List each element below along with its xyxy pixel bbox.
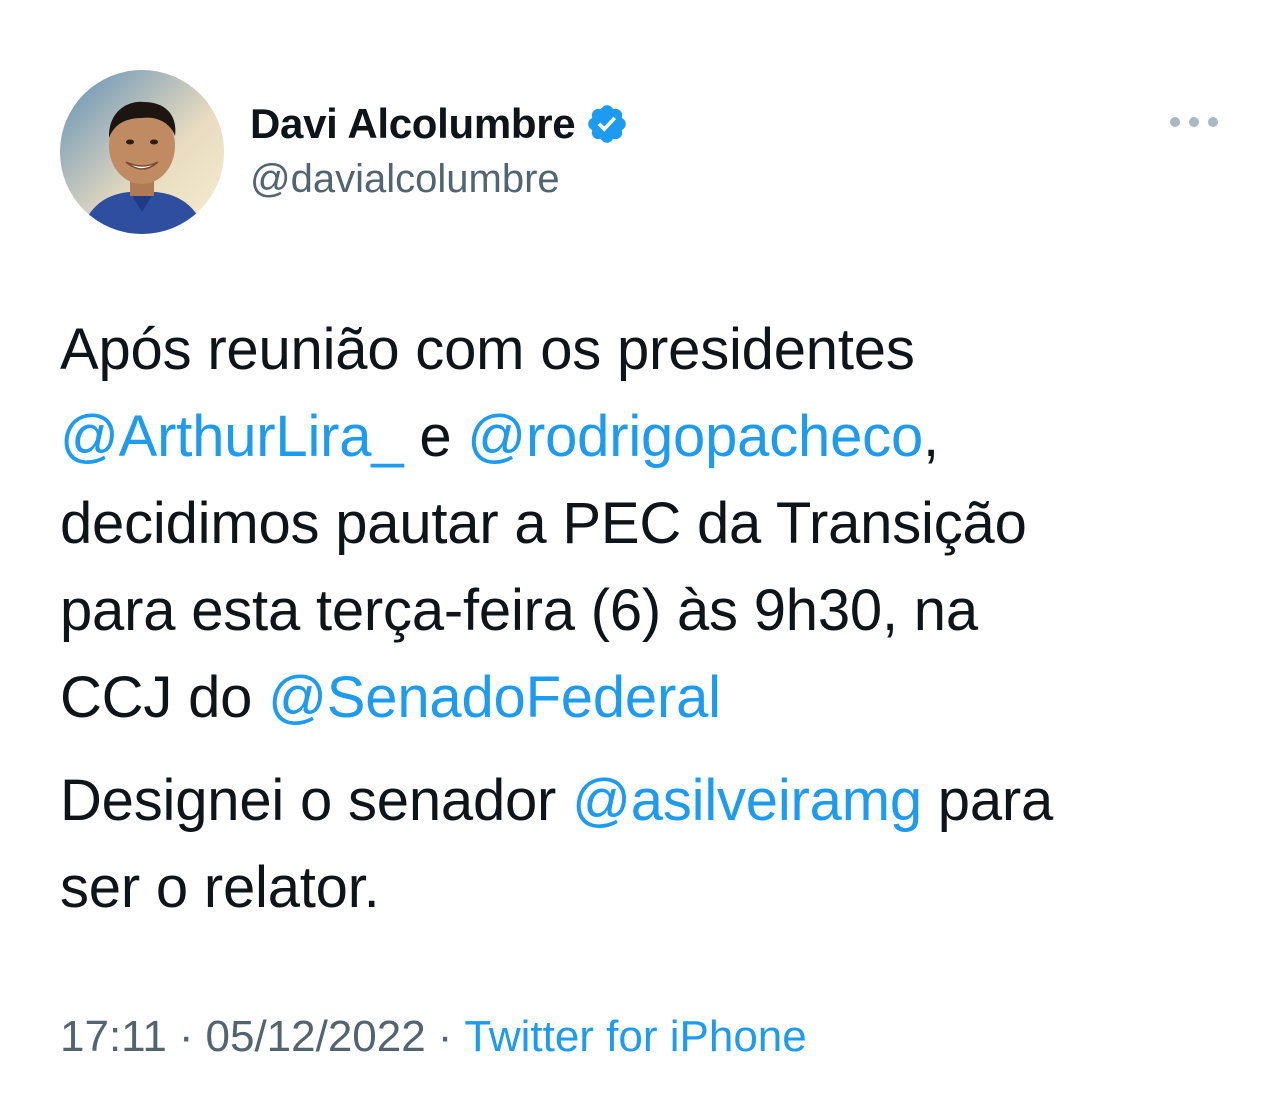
tweet-text-segment: CCJ do (60, 665, 269, 730)
tweet-text-segment: decidimos pautar a PEC da Transição (60, 491, 1027, 556)
meta-separator: · (437, 1012, 453, 1061)
tweet-text-segment: para (921, 768, 1054, 833)
tweet-text-segment: Designei o senador (60, 768, 573, 833)
more-dot (1189, 117, 1199, 127)
tweet-paragraph-1: Após reunião com os presidentes @ArthurL… (60, 306, 1240, 741)
tweet-text-segment: para esta terça-feira (6) às 9h30, na (60, 578, 978, 643)
author-handle[interactable]: @davialcolumbre (250, 157, 560, 202)
tweet-line: para esta terça-feira (6) às 9h30, na (60, 567, 1240, 654)
tweet-date[interactable]: 05/12/2022 (206, 1012, 426, 1061)
tweet-text: Após reunião com os presidentes @ArthurL… (60, 306, 1240, 931)
tweet-text-segment: Após reunião com os presidentes (60, 317, 915, 382)
mention-link[interactable]: @ArthurLira_ (60, 404, 404, 469)
more-options-icon[interactable] (1170, 108, 1218, 136)
more-dot (1170, 117, 1180, 127)
tweet-line: @ArthurLira_ e @rodrigopacheco, (60, 393, 1240, 480)
author-display-name[interactable]: Davi Alcolumbre (250, 100, 576, 148)
tweet-text-segment: , (923, 404, 939, 469)
tweet-line: Designei o senador @asilveiramg para (60, 757, 1240, 844)
tweet-time[interactable]: 17:11 (60, 1012, 167, 1061)
avatar[interactable] (60, 70, 224, 234)
mention-link[interactable]: @SenadoFederal (268, 665, 721, 730)
mention-link[interactable]: @rodrigopacheco (467, 404, 923, 469)
tweet-paragraph-2: Designei o senador @asilveiramg para ser… (60, 757, 1240, 931)
meta-separator: · (178, 1012, 194, 1061)
tweet-line: Após reunião com os presidentes (60, 306, 1240, 393)
tweet-line: CCJ do @SenadoFederal (60, 654, 1240, 741)
verified-badge-icon (585, 102, 629, 146)
tweet-text-segment: ser o relator. (60, 855, 380, 920)
tweet-line: decidimos pautar a PEC da Transição (60, 480, 1240, 567)
tweet-text-segment: e (403, 404, 468, 469)
tweet-card: Davi Alcolumbre @davialcolumbre Após reu… (0, 0, 1280, 1102)
avatar-photo (60, 70, 224, 234)
author-name-row[interactable]: Davi Alcolumbre (250, 96, 629, 152)
mention-link[interactable]: @asilveiramg (572, 768, 922, 833)
tweet-metadata: 17:11 · 05/12/2022 · Twitter for iPhone (60, 1012, 807, 1062)
tweet-line: ser o relator. (60, 844, 1240, 931)
more-dot (1208, 117, 1218, 127)
tweet-source-link[interactable]: Twitter for iPhone (464, 1012, 806, 1061)
